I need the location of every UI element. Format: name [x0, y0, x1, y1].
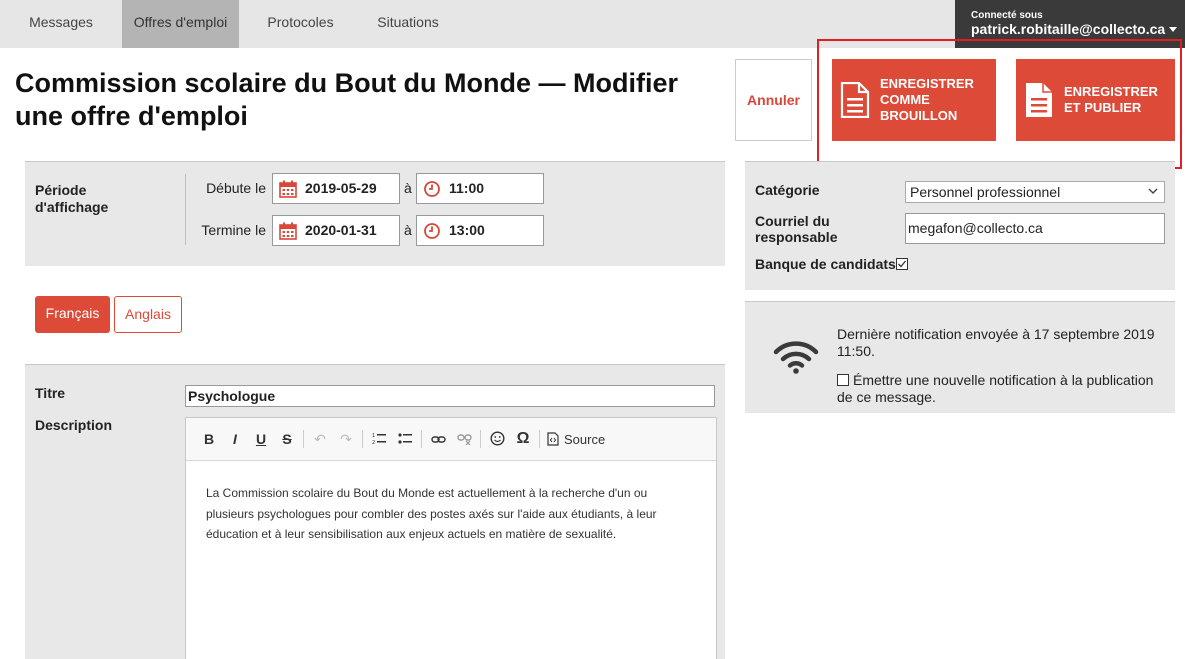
- save-draft-button[interactable]: ENREGISTRER COMME BROUILLON: [832, 59, 996, 141]
- underline-icon[interactable]: U: [248, 426, 274, 452]
- document-icon: [1026, 83, 1052, 117]
- title-label: Titre: [35, 385, 66, 401]
- divider: [303, 430, 304, 448]
- emit-notification-row: Émettre une nouvelle notification à la p…: [837, 372, 1167, 405]
- period-label: Période d'affichage: [35, 182, 109, 215]
- strikethrough-icon[interactable]: S: [274, 426, 300, 452]
- smiley-icon[interactable]: [484, 426, 510, 452]
- save-draft-label: ENREGISTRER COMME BROUILLON: [880, 76, 974, 123]
- start-time-value: 11:00: [449, 180, 485, 196]
- divider: [362, 430, 363, 448]
- start-date-value: 2019-05-29: [305, 180, 377, 196]
- divider: [185, 174, 186, 245]
- end-time-input[interactable]: 13:00: [416, 215, 544, 246]
- calendar-icon: [279, 180, 297, 198]
- content-panel: Titre Psychologue Description B I U S ↶ …: [25, 364, 725, 659]
- caret-down-icon: [1169, 27, 1178, 32]
- bulleted-list-icon[interactable]: [392, 426, 418, 452]
- title-input[interactable]: Psychologue: [185, 385, 715, 407]
- unlink-icon[interactable]: [451, 426, 477, 452]
- source-icon: [547, 432, 559, 446]
- language-french-button[interactable]: Français: [35, 296, 110, 333]
- omega-icon[interactable]: Ω: [510, 426, 536, 452]
- candidate-bank-row: Banque de candidats: [755, 256, 908, 272]
- source-button[interactable]: Source: [547, 432, 605, 447]
- user-caption: Connecté sous: [971, 10, 1043, 21]
- last-notification-text: Dernière notification envoyée à 17 septe…: [837, 326, 1155, 359]
- redo-icon[interactable]: ↷: [333, 426, 359, 452]
- at-label: à: [404, 222, 412, 238]
- numbered-list-icon[interactable]: 12: [366, 426, 392, 452]
- source-label: Source: [564, 431, 606, 447]
- candidate-bank-checkbox[interactable]: [895, 258, 908, 270]
- tab-protocols[interactable]: Protocoles: [254, 0, 347, 48]
- emit-notification-checkbox[interactable]: [837, 374, 849, 386]
- undo-icon[interactable]: ↶: [307, 426, 333, 452]
- tab-job-offers[interactable]: Offres d'emploi: [122, 0, 239, 48]
- end-label: Termine le: [201, 222, 266, 238]
- notification-panel: Dernière notification envoyée à 17 septe…: [745, 301, 1175, 413]
- period-panel: Période d'affichage Débute le 2019-05-29…: [25, 161, 725, 266]
- divider: [421, 430, 422, 448]
- tab-situations[interactable]: Situations: [362, 0, 454, 48]
- divider: [480, 430, 481, 448]
- italic-icon[interactable]: I: [222, 426, 248, 452]
- clock-icon: [424, 223, 440, 239]
- tab-messages[interactable]: Messages: [15, 0, 107, 48]
- svg-text:2: 2: [372, 440, 375, 446]
- category-panel: Catégorie Personnel professionnel Courri…: [745, 161, 1175, 290]
- wifi-icon: [773, 341, 819, 374]
- category-value: Personnel professionnel: [910, 184, 1061, 200]
- cancel-button[interactable]: Annuler: [735, 59, 812, 141]
- bold-icon[interactable]: B: [196, 426, 222, 452]
- user-name: patrick.robitaille@collecto.ca: [971, 21, 1166, 37]
- email-label: Courriel du responsable: [755, 213, 838, 245]
- language-english-button[interactable]: Anglais: [114, 296, 182, 333]
- description-text[interactable]: La Commission scolaire du Bout du Monde …: [186, 461, 716, 567]
- category-select[interactable]: Personnel professionnel: [905, 181, 1165, 203]
- page-title: Commission scolaire du Bout du Monde — M…: [15, 68, 679, 131]
- start-time-input[interactable]: 11:00: [416, 173, 544, 204]
- end-date-input[interactable]: 2020-01-31: [272, 215, 400, 246]
- candidate-bank-label: Banque de candidats: [755, 256, 896, 272]
- save-publish-label: ENREGISTRER ET PUBLIER: [1064, 84, 1158, 115]
- calendar-icon: [279, 222, 297, 240]
- email-input[interactable]: megafon@collecto.ca: [905, 213, 1165, 244]
- chevron-down-icon: [1148, 188, 1158, 194]
- document-icon: [840, 82, 870, 118]
- svg-text:1: 1: [372, 433, 375, 439]
- start-date-input[interactable]: 2019-05-29: [272, 173, 400, 204]
- divider: [539, 430, 540, 448]
- start-label: Débute le: [206, 180, 266, 196]
- end-date-value: 2020-01-31: [305, 222, 377, 238]
- check-icon: [897, 260, 906, 268]
- description-label: Description: [35, 417, 113, 433]
- link-icon[interactable]: [425, 426, 451, 452]
- clock-icon: [424, 181, 440, 197]
- end-time-value: 13:00: [449, 222, 485, 238]
- emit-notification-label: Émettre une nouvelle notification à la p…: [837, 372, 1154, 405]
- rich-text-editor: B I U S ↶ ↷ 12 Ω Source La Commission sc…: [185, 417, 717, 659]
- save-publish-button[interactable]: ENREGISTRER ET PUBLIER: [1016, 59, 1175, 141]
- at-label: à: [404, 180, 412, 196]
- category-label: Catégorie: [755, 182, 820, 198]
- editor-toolbar: B I U S ↶ ↷ 12 Ω Source: [186, 418, 716, 461]
